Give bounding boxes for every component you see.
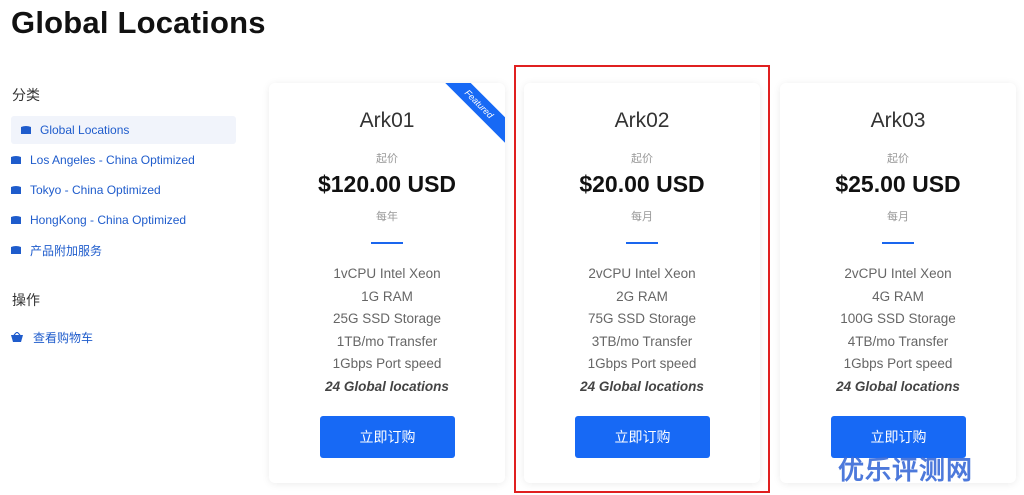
folder-icon [11, 155, 21, 165]
billing-cycle: 每月 [631, 211, 653, 223]
price-start-label: 起价 [887, 153, 909, 165]
feature-item: 1Gbps Port speed [332, 356, 442, 372]
product-price: $120.00 USD [317, 171, 457, 197]
sidebar-item-label: 产品附加服务 [30, 243, 103, 258]
feature-item: 1Gbps Port speed [843, 356, 953, 372]
feature-list: 1vCPU Intel Xeon 1G RAM 25G SSD Storage … [269, 263, 505, 399]
divider [371, 242, 403, 244]
product-name: Ark02 [614, 109, 670, 132]
feature-item: 4TB/mo Transfer [847, 333, 949, 349]
feature-item: 75G SSD Storage [587, 311, 697, 327]
feature-item: 1TB/mo Transfer [336, 333, 438, 349]
sidebar-item-label: Los Angeles - China Optimized [30, 153, 195, 167]
watermark-text: 优乐评测网 [838, 456, 974, 486]
sidebar-item-addons[interactable]: 产品附加服务 [11, 236, 236, 264]
sidebar-item-global-locations[interactable]: Global Locations [11, 116, 236, 144]
feature-item: 100G SSD Storage [840, 311, 956, 327]
feature-item: 3TB/mo Transfer [591, 333, 693, 349]
basket-icon [11, 332, 23, 342]
price-start-label: 起价 [631, 153, 653, 165]
actions-heading: 操作 [12, 292, 40, 308]
feature-item: 4G RAM [872, 288, 924, 304]
sidebar: 分类 Global Locations Los Angeles - China … [0, 0, 245, 495]
folder-icon [11, 185, 21, 195]
feature-locations: 24 Global locations [836, 378, 960, 394]
feature-list: 2vCPU Intel Xeon 4G RAM 100G SSD Storage… [780, 263, 1016, 399]
view-cart-link[interactable]: 查看购物车 [11, 323, 236, 351]
sidebar-item-label: HongKong - China Optimized [30, 213, 187, 227]
sidebar-item-label: Tokyo - China Optimized [30, 183, 161, 197]
feature-item: 1vCPU Intel Xeon [333, 266, 441, 281]
product-name: Ark01 [359, 109, 415, 132]
feature-locations: 24 Global locations [325, 378, 449, 394]
sidebar-item-tokyo[interactable]: Tokyo - China Optimized [11, 176, 236, 204]
feature-item: 2G RAM [616, 288, 668, 304]
feature-item: 2vCPU Intel Xeon [844, 266, 952, 281]
product-name: Ark03 [870, 109, 926, 132]
order-now-button[interactable]: 立即订购 [575, 416, 710, 458]
order-now-button[interactable]: 立即订购 [320, 416, 455, 458]
folder-icon [11, 215, 21, 225]
feature-item: 2vCPU Intel Xeon [588, 266, 696, 281]
product-card-ark03: Ark03 起价 $25.00 USD 每月 2vCPU Intel Xeon … [780, 83, 1016, 483]
folder-icon [21, 125, 31, 135]
view-cart-label: 查看购物车 [33, 330, 94, 345]
divider [882, 242, 914, 244]
product-price: $20.00 USD [579, 171, 705, 197]
feature-item: 25G SSD Storage [332, 311, 442, 327]
sidebar-item-hongkong[interactable]: HongKong - China Optimized [11, 206, 236, 234]
sidebar-item-los-angeles[interactable]: Los Angeles - China Optimized [11, 146, 236, 174]
feature-item: 1G RAM [361, 288, 413, 304]
divider [626, 242, 658, 244]
billing-cycle: 每月 [887, 211, 909, 223]
feature-item: 1Gbps Port speed [587, 356, 697, 372]
price-start-label: 起价 [376, 153, 398, 165]
sidebar-item-label: Global Locations [40, 123, 130, 137]
folder-icon [11, 245, 21, 255]
product-price: $25.00 USD [835, 171, 961, 197]
product-card-ark02: Ark02 起价 $20.00 USD 每月 2vCPU Intel Xeon … [524, 83, 760, 483]
category-heading: 分类 [12, 87, 40, 103]
feature-list: 2vCPU Intel Xeon 2G RAM 75G SSD Storage … [524, 263, 760, 399]
billing-cycle: 每年 [376, 211, 398, 223]
feature-locations: 24 Global locations [580, 378, 704, 394]
product-card-ark01: Featured Ark01 起价 $120.00 USD 每年 1vCPU I… [269, 83, 505, 483]
